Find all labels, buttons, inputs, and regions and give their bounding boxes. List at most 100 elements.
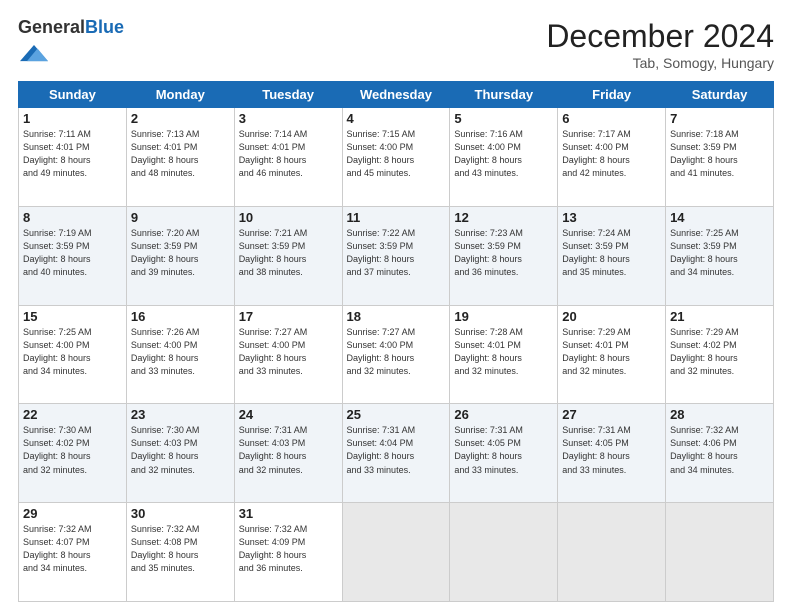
- day-number: 6: [562, 111, 661, 126]
- day-header-friday: Friday: [558, 82, 666, 108]
- logo-icon: [20, 38, 48, 66]
- day-info: Sunrise: 7:30 AMSunset: 4:03 PMDaylight:…: [131, 424, 230, 476]
- day-number: 7: [670, 111, 769, 126]
- day-cell: 24 Sunrise: 7:31 AMSunset: 4:03 PMDayligh…: [234, 404, 342, 503]
- day-cell: 5 Sunrise: 7:16 AMSunset: 4:00 PMDaylight…: [450, 108, 558, 207]
- calendar-header-row: SundayMondayTuesdayWednesdayThursdayFrid…: [19, 82, 774, 108]
- day-info: Sunrise: 7:30 AMSunset: 4:02 PMDaylight:…: [23, 424, 122, 476]
- week-row-1: 1 Sunrise: 7:11 AMSunset: 4:01 PMDaylight…: [19, 108, 774, 207]
- calendar-page: GeneralBlue December 2024 Tab, Somogy, H…: [0, 0, 792, 612]
- day-info: Sunrise: 7:25 AMSunset: 3:59 PMDaylight:…: [670, 227, 769, 279]
- day-number: 29: [23, 506, 122, 521]
- day-number: 2: [131, 111, 230, 126]
- day-cell: 3Sunrise: 7:14 AMSunset: 4:01 PMDaylight…: [234, 108, 342, 207]
- day-cell: 20 Sunrise: 7:29 AMSunset: 4:01 PMDayligh…: [558, 305, 666, 404]
- day-info: Sunrise: 7:11 AMSunset: 4:01 PMDaylight:…: [23, 128, 122, 180]
- day-number: 5: [454, 111, 553, 126]
- day-info: Sunrise: 7:29 AMSunset: 4:01 PMDaylight:…: [562, 326, 661, 378]
- day-number: 21: [670, 309, 769, 324]
- day-number: 16: [131, 309, 230, 324]
- day-number: 31: [239, 506, 338, 521]
- day-number: 10: [239, 210, 338, 225]
- day-cell: 23 Sunrise: 7:30 AMSunset: 4:03 PMDayligh…: [126, 404, 234, 503]
- day-info: Sunrise: 7:21 AMSunset: 3:59 PMDaylight:…: [239, 227, 338, 279]
- day-cell: 2 Sunrise: 7:13 AMSunset: 4:01 PMDaylight…: [126, 108, 234, 207]
- day-number: 13: [562, 210, 661, 225]
- day-header-sunday: Sunday: [19, 82, 127, 108]
- day-number: 25: [347, 407, 446, 422]
- day-cell: 8Sunrise: 7:19 AMSunset: 3:59 PMDaylight…: [19, 206, 127, 305]
- day-cell: [666, 503, 774, 602]
- day-info: Sunrise: 7:19 AMSunset: 3:59 PMDaylight:…: [23, 227, 122, 279]
- week-row-3: 15 Sunrise: 7:25 AMSunset: 4:00 PMDayligh…: [19, 305, 774, 404]
- day-info: Sunrise: 7:32 AMSunset: 4:06 PMDaylight:…: [670, 424, 769, 476]
- day-info: Sunrise: 7:32 AMSunset: 4:09 PMDaylight:…: [239, 523, 338, 575]
- day-cell: 17Sunrise: 7:27 AMSunset: 4:00 PMDayligh…: [234, 305, 342, 404]
- day-number: 23: [131, 407, 230, 422]
- day-info: Sunrise: 7:20 AMSunset: 3:59 PMDaylight:…: [131, 227, 230, 279]
- day-cell: 9 Sunrise: 7:20 AMSunset: 3:59 PMDaylight…: [126, 206, 234, 305]
- day-cell: 31 Sunrise: 7:32 AMSunset: 4:09 PMDayligh…: [234, 503, 342, 602]
- day-cell: [342, 503, 450, 602]
- day-info: Sunrise: 7:23 AMSunset: 3:59 PMDaylight:…: [454, 227, 553, 279]
- day-number: 19: [454, 309, 553, 324]
- day-info: Sunrise: 7:31 AMSunset: 4:04 PMDaylight:…: [347, 424, 446, 476]
- day-cell: 30 Sunrise: 7:32 AMSunset: 4:08 PMDayligh…: [126, 503, 234, 602]
- day-info: Sunrise: 7:16 AMSunset: 4:00 PMDaylight:…: [454, 128, 553, 180]
- day-cell: 18Sunrise: 7:27 AMSunset: 4:00 PMDayligh…: [342, 305, 450, 404]
- day-number: 24: [239, 407, 338, 422]
- week-row-2: 8Sunrise: 7:19 AMSunset: 3:59 PMDaylight…: [19, 206, 774, 305]
- day-info: Sunrise: 7:18 AMSunset: 3:59 PMDaylight:…: [670, 128, 769, 180]
- week-row-5: 29Sunrise: 7:32 AMSunset: 4:07 PMDayligh…: [19, 503, 774, 602]
- day-info: Sunrise: 7:28 AMSunset: 4:01 PMDaylight:…: [454, 326, 553, 378]
- day-number: 9: [131, 210, 230, 225]
- day-cell: 15 Sunrise: 7:25 AMSunset: 4:00 PMDayligh…: [19, 305, 127, 404]
- day-cell: 12 Sunrise: 7:23 AMSunset: 3:59 PMDayligh…: [450, 206, 558, 305]
- day-number: 26: [454, 407, 553, 422]
- calendar-table: SundayMondayTuesdayWednesdayThursdayFrid…: [18, 81, 774, 602]
- day-cell: 26 Sunrise: 7:31 AMSunset: 4:05 PMDayligh…: [450, 404, 558, 503]
- day-info: Sunrise: 7:22 AMSunset: 3:59 PMDaylight:…: [347, 227, 446, 279]
- day-info: Sunrise: 7:15 AMSunset: 4:00 PMDaylight:…: [347, 128, 446, 180]
- day-cell: 13 Sunrise: 7:24 AMSunset: 3:59 PMDayligh…: [558, 206, 666, 305]
- day-info: Sunrise: 7:17 AMSunset: 4:00 PMDaylight:…: [562, 128, 661, 180]
- day-cell: 29Sunrise: 7:32 AMSunset: 4:07 PMDayligh…: [19, 503, 127, 602]
- day-number: 14: [670, 210, 769, 225]
- day-info: Sunrise: 7:13 AMSunset: 4:01 PMDaylight:…: [131, 128, 230, 180]
- day-cell: 1 Sunrise: 7:11 AMSunset: 4:01 PMDaylight…: [19, 108, 127, 207]
- day-info: Sunrise: 7:24 AMSunset: 3:59 PMDaylight:…: [562, 227, 661, 279]
- day-header-monday: Monday: [126, 82, 234, 108]
- day-cell: 25 Sunrise: 7:31 AMSunset: 4:04 PMDayligh…: [342, 404, 450, 503]
- logo-blue-text: Blue: [85, 17, 124, 37]
- day-header-saturday: Saturday: [666, 82, 774, 108]
- day-info: Sunrise: 7:31 AMSunset: 4:03 PMDaylight:…: [239, 424, 338, 476]
- day-cell: 7 Sunrise: 7:18 AMSunset: 3:59 PMDaylight…: [666, 108, 774, 207]
- day-number: 15: [23, 309, 122, 324]
- day-number: 18: [347, 309, 446, 324]
- day-info: Sunrise: 7:27 AMSunset: 4:00 PMDaylight:…: [239, 326, 338, 378]
- day-info: Sunrise: 7:31 AMSunset: 4:05 PMDaylight:…: [562, 424, 661, 476]
- day-info: Sunrise: 7:29 AMSunset: 4:02 PMDaylight:…: [670, 326, 769, 378]
- month-title: December 2024: [546, 18, 774, 55]
- day-info: Sunrise: 7:32 AMSunset: 4:08 PMDaylight:…: [131, 523, 230, 575]
- day-cell: 14 Sunrise: 7:25 AMSunset: 3:59 PMDayligh…: [666, 206, 774, 305]
- day-number: 30: [131, 506, 230, 521]
- location: Tab, Somogy, Hungary: [546, 55, 774, 71]
- day-info: Sunrise: 7:26 AMSunset: 4:00 PMDaylight:…: [131, 326, 230, 378]
- day-header-thursday: Thursday: [450, 82, 558, 108]
- title-block: December 2024 Tab, Somogy, Hungary: [546, 18, 774, 71]
- day-cell: [558, 503, 666, 602]
- day-number: 27: [562, 407, 661, 422]
- day-cell: 4Sunrise: 7:15 AMSunset: 4:00 PMDaylight…: [342, 108, 450, 207]
- day-number: 20: [562, 309, 661, 324]
- day-number: 12: [454, 210, 553, 225]
- day-number: 1: [23, 111, 122, 126]
- day-info: Sunrise: 7:25 AMSunset: 4:00 PMDaylight:…: [23, 326, 122, 378]
- day-number: 28: [670, 407, 769, 422]
- day-cell: 21 Sunrise: 7:29 AMSunset: 4:02 PMDayligh…: [666, 305, 774, 404]
- day-number: 22: [23, 407, 122, 422]
- day-header-wednesday: Wednesday: [342, 82, 450, 108]
- day-info: Sunrise: 7:31 AMSunset: 4:05 PMDaylight:…: [454, 424, 553, 476]
- day-cell: 6 Sunrise: 7:17 AMSunset: 4:00 PMDaylight…: [558, 108, 666, 207]
- day-cell: 16 Sunrise: 7:26 AMSunset: 4:00 PMDayligh…: [126, 305, 234, 404]
